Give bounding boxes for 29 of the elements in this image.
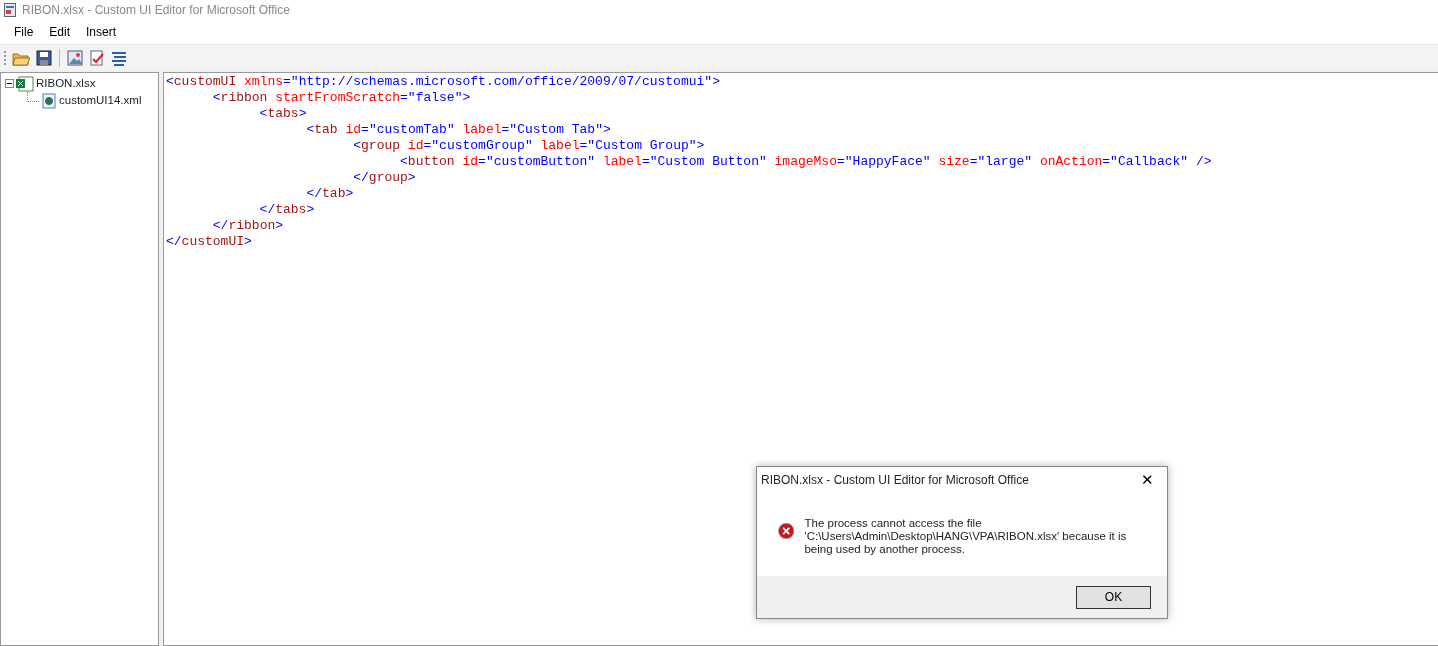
- code-line: <tab id="customTab" label="Custom Tab">: [305, 122, 612, 138]
- validate-icon[interactable]: [88, 48, 106, 67]
- code-line: <ribbon startFromScratch="false">: [211, 90, 472, 106]
- close-button[interactable]: ✕: [1127, 467, 1167, 493]
- app-icon: [4, 3, 16, 17]
- code-line: </group>: [352, 170, 417, 186]
- error-message: The process cannot access the file 'C:\Users\Admin\Desktop\HANG\VPA\RIBON.xlsx' because it is being used by another process.: [804, 517, 1128, 557]
- code-line: <customUI xmlns="http://schemas.microsoft.com/office/2009/07/customui">: [166, 74, 721, 90]
- window-title: RIBON.xlsx - Custom UI Editor for Microsoft Office: [22, 2, 290, 19]
- code-line: </customUI>: [166, 234, 253, 250]
- menu-item[interactable]: Edit: [41, 21, 79, 43]
- spreadsheet-icon: [16, 75, 34, 92]
- code-line: <tabs>: [258, 106, 308, 122]
- toolbar-grip-icon: [4, 49, 7, 66]
- code-line: <button id="customButton" label="Custom Button" imageMso="HappyFace" size="large" onAction="Callback" />: [399, 154, 1213, 170]
- code-line: </tabs>: [258, 202, 316, 218]
- code-line: </ribbon>: [211, 218, 285, 234]
- tree-item[interactable]: RIBON.xlsx: [36, 74, 96, 93]
- code-line: <group id="customGroup" label="Custom Group">: [352, 138, 706, 154]
- save-icon[interactable]: [35, 48, 53, 67]
- menu-item[interactable]: File: [6, 21, 42, 43]
- dialog-title: RIBON.xlsx - Custom UI Editor for Microsoft Office: [761, 472, 1029, 489]
- code-line: </tab>: [305, 186, 355, 202]
- ok-button[interactable]: OK: [1076, 585, 1151, 609]
- menu-item[interactable]: Insert: [78, 21, 125, 43]
- document-icon: [41, 92, 57, 109]
- tree-item[interactable]: customUI14.xml: [59, 91, 142, 110]
- collapse-icon[interactable]: [5, 79, 14, 88]
- picture-icon[interactable]: [66, 48, 84, 67]
